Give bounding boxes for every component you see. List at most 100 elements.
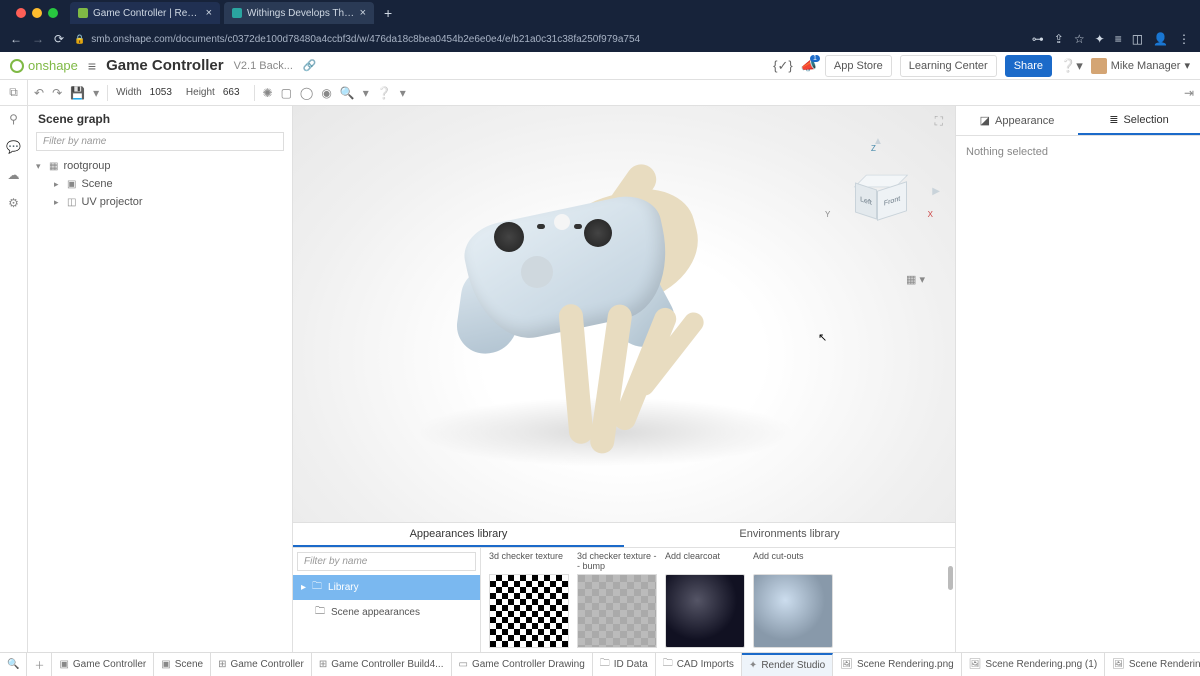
light-icon[interactable]: ◉ (321, 86, 331, 100)
share-icon[interactable]: ⇪ (1054, 32, 1064, 46)
tree-label: UV projector (81, 196, 142, 208)
viewport-3d[interactable]: ⛶ ↖ ▲ ▶ (293, 106, 955, 522)
learning-center-button[interactable]: Learning Center (900, 55, 997, 77)
hamburger-menu-icon[interactable]: ≡ (88, 58, 96, 74)
footer-tab[interactable]: ▣Game Controller (52, 653, 154, 676)
back-button[interactable]: ← (10, 32, 22, 46)
render-icon: ✦ (749, 660, 757, 671)
footer-add[interactable]: ＋ (27, 653, 52, 676)
image-icon: 🖼 (840, 659, 853, 670)
help-icon[interactable]: ❔ (377, 86, 392, 100)
footer-tab[interactable]: 🖼Scene Rendering.png (833, 653, 961, 676)
reload-button[interactable]: ⟳ (54, 32, 64, 46)
star-icon[interactable]: ☆ (1074, 32, 1085, 46)
undo-icon[interactable]: ↶ (34, 86, 44, 100)
tab-appearance[interactable]: ◪ Appearance (956, 106, 1078, 135)
browser-tab[interactable]: Withings Develops The World × (224, 2, 374, 24)
footer-tab[interactable]: 🗀ID Data (593, 653, 656, 676)
window-controls[interactable] (8, 8, 66, 18)
close-window-icon[interactable] (16, 8, 26, 18)
new-tab-button[interactable]: + (378, 5, 398, 21)
tree-item-rootgroup[interactable]: ▾ ▦ rootgroup (36, 157, 284, 175)
appearance-thumb[interactable]: 3d checker texture (489, 552, 569, 648)
notifications-icon[interactable]: 📣1 (801, 58, 817, 74)
panel-icon[interactable]: ◫ (1132, 32, 1143, 46)
caret-right-icon[interactable]: ▸ (54, 197, 62, 208)
extension-icon[interactable]: ✦ (1095, 32, 1105, 46)
panel-toggle-icon[interactable]: ⧉ (9, 85, 18, 100)
plus-icon: ＋ (34, 657, 44, 672)
footer-tab[interactable]: 🖼Scene Rendering.png (1) (962, 653, 1105, 676)
caret-right-icon[interactable]: ▸ (54, 179, 62, 190)
zoom-icon[interactable]: 🔍 (340, 86, 355, 100)
footer-tab[interactable]: ⊞Game Controller Build4... (312, 653, 452, 676)
thumb-preview (489, 574, 569, 648)
width-value[interactable]: 1053 (150, 87, 172, 98)
gear-icon[interactable]: ⚙ (8, 196, 19, 210)
footer-search[interactable]: 🔍 (0, 653, 27, 676)
camera-icon[interactable]: ▢ (281, 86, 292, 100)
document-subtitle[interactable]: V2.1 Back... (234, 60, 293, 72)
footer-tab[interactable]: ▭Game Controller Drawing (452, 653, 593, 676)
appearance-thumb[interactable]: 3d checker texture -- bump (577, 552, 657, 648)
profile-icon[interactable]: 👤 (1153, 32, 1168, 46)
adjust-icon[interactable]: ⚲ (9, 112, 18, 126)
projector-icon: ◫ (67, 197, 76, 208)
cube-arrow-right-icon[interactable]: ▶ (932, 186, 940, 197)
brand-logo[interactable]: onshape (10, 58, 78, 73)
tree-item-scene[interactable]: ▸ ▣ Scene (36, 175, 284, 193)
redo-icon[interactable]: ↷ (52, 86, 62, 100)
share-button[interactable]: Share (1005, 55, 1052, 77)
save-icon[interactable]: 💾 (70, 86, 85, 100)
chevron-down-icon[interactable]: ▾ (363, 86, 369, 100)
close-tab-icon[interactable]: × (206, 7, 212, 19)
chevron-down-icon[interactable]: ▾ (93, 86, 99, 100)
cloud-icon[interactable]: ☁ (8, 168, 20, 182)
cube-face-left[interactable]: Left (855, 182, 877, 219)
app-store-button[interactable]: App Store (825, 55, 892, 77)
footer-tab[interactable]: 🗀CAD Imports (656, 653, 742, 676)
user-menu[interactable]: Mike Manager ▾ (1091, 58, 1190, 74)
library-filter[interactable]: Filter by name (297, 552, 476, 571)
scene-graph-filter[interactable]: Filter by name (36, 132, 284, 151)
cube-menu-icon[interactable]: ▦ ▾ (906, 273, 925, 286)
settings-icon[interactable]: ✺ (263, 86, 273, 100)
footer-tab[interactable]: ⊞Game Controller (211, 653, 312, 676)
message-icon[interactable]: ◯ (300, 86, 313, 100)
folder-icon: 🗀 (315, 604, 325, 621)
tab-appearances-library[interactable]: Appearances library (293, 523, 624, 547)
library-folder-scene-appearances[interactable]: 🗀 Scene appearances (293, 600, 480, 625)
footer-tab-active[interactable]: ✦Render Studio (742, 653, 833, 676)
caret-down-icon[interactable]: ▾ (36, 161, 44, 172)
browser-tab-active[interactable]: Game Controller | Render Stud × (70, 2, 220, 24)
tab-selection[interactable]: ≣ Selection (1078, 106, 1200, 135)
appearance-thumb[interactable]: Add cut-outs (753, 552, 833, 648)
thumb-preview (753, 574, 833, 648)
tree-item-uv-projector[interactable]: ▸ ◫ UV projector (36, 193, 284, 211)
view-cube[interactable]: ▲ ▶ Left Front X Y Z ▦ ▾ (835, 156, 925, 256)
fullscreen-icon[interactable]: ⛶ (935, 114, 943, 129)
footer-tab[interactable]: 🖼Scene Rendering.png (2) (1105, 653, 1200, 676)
library-scrollbar[interactable] (945, 548, 955, 652)
link-icon[interactable]: 🔗 (303, 59, 317, 72)
appearance-thumb[interactable]: Add clearcoat (665, 552, 745, 648)
library-folder-library[interactable]: ▸ 🗀 Library (293, 575, 480, 600)
url-bar[interactable]: 🔒 smb.onshape.com/documents/c0372de100d7… (74, 34, 1022, 45)
chevron-down-icon[interactable]: ▾ (400, 86, 406, 100)
chat-icon[interactable]: 💬 (6, 140, 21, 154)
list-icon[interactable]: ≡ (1115, 32, 1122, 46)
thumb-preview (665, 574, 745, 648)
export-icon[interactable]: ⇥ (1184, 86, 1194, 100)
help-icon[interactable]: ❔▾ (1060, 58, 1083, 74)
minimize-window-icon[interactable] (32, 8, 42, 18)
footer-tab[interactable]: ▣Scene (154, 653, 211, 676)
forward-button[interactable]: → (32, 32, 44, 46)
close-tab-icon[interactable]: × (360, 7, 366, 19)
branch-icon[interactable]: {✓} (773, 58, 793, 74)
menu-icon[interactable]: ⋮ (1178, 32, 1190, 46)
height-value[interactable]: 663 (223, 87, 240, 98)
key-icon[interactable]: ⊶ (1032, 32, 1044, 46)
tab-environments-library[interactable]: Environments library (624, 523, 955, 547)
maximize-window-icon[interactable] (48, 8, 58, 18)
tab-title: Game Controller | Render Stud (93, 8, 201, 19)
